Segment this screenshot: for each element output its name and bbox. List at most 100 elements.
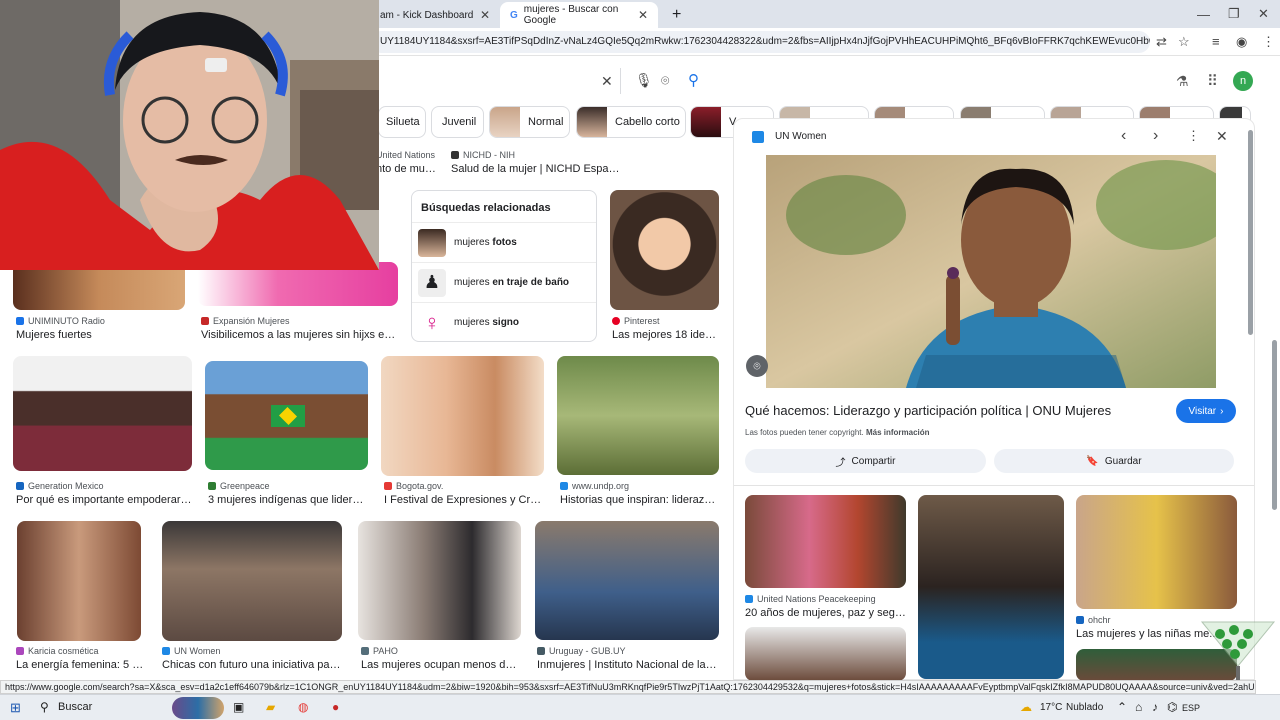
weather-desc: Nublado <box>1066 702 1104 713</box>
result-title[interactable]: Las mujeres ocupan menos del 30... <box>361 659 521 671</box>
result-title[interactable]: I Festival de Expresiones y Creaci... <box>384 494 544 506</box>
language-indicator[interactable]: ESP <box>1182 703 1200 713</box>
divider <box>734 485 1254 486</box>
clear-search-icon[interactable]: ✕ <box>601 73 613 90</box>
favicon-icon <box>560 482 568 490</box>
result-title[interactable]: Historias que inspiran: liderazgos ... <box>560 494 720 506</box>
bookmark-star-icon[interactable]: ☆ <box>1178 34 1190 50</box>
related-image[interactable] <box>1076 495 1237 609</box>
tray-app-icon[interactable]: ⌂ <box>1135 700 1142 714</box>
chrome-icon[interactable]: ◍ <box>298 700 308 714</box>
menu-icon[interactable]: ⋮ <box>1262 34 1275 50</box>
network-icon[interactable]: ⌬ <box>1167 700 1177 714</box>
taskbar: ⊞ ⚲ Buscar ▣ ▰ ◍ ● ☁ 17°C Nublado ⌃ ⌂ ♪ … <box>0 694 1280 720</box>
result-image[interactable] <box>358 521 521 640</box>
tray-expand-icon[interactable]: ⌃ <box>1117 700 1127 714</box>
app-icon[interactable]: ● <box>332 700 339 714</box>
maximize-icon[interactable]: ❐ <box>1228 6 1240 22</box>
female-symbol-icon: ♀ <box>418 308 446 337</box>
page-scrollbar[interactable] <box>1272 340 1277 510</box>
labs-flask-icon[interactable]: ⚗ <box>1176 73 1189 90</box>
related-image[interactable] <box>745 627 906 681</box>
result-title[interactable]: Chicas con futuro una iniciativa para el… <box>162 659 342 671</box>
windows-start-icon[interactable]: ⊞ <box>10 700 21 716</box>
tab-kick-dashboard[interactable]: am - Kick Dashboard ✕ <box>370 2 500 28</box>
translate-icon[interactable]: ⇄ <box>1156 34 1167 50</box>
search-icon[interactable]: ⚲ <box>688 71 699 89</box>
favicon-icon <box>451 151 459 159</box>
save-button[interactable]: 🔖 Guardar <box>994 449 1234 473</box>
related-item[interactable]: ♟ mujeres en traje de baño <box>412 262 596 302</box>
preview-image[interactable] <box>766 155 1216 388</box>
result-image[interactable] <box>17 521 141 641</box>
result-image[interactable] <box>557 356 719 475</box>
chip-normal[interactable]: Normal <box>489 106 570 138</box>
related-title[interactable]: 20 años de mujeres, paz y segurid... <box>745 607 907 619</box>
chip-cabello-corto[interactable]: Cabello corto <box>576 106 686 138</box>
result-title[interactable]: Las mejores 18 ideas ... <box>612 329 720 341</box>
result-source: Greenpeace <box>208 481 270 491</box>
result-title[interactable]: Inmujeres | Instituto Nacional de las Mu… <box>537 659 717 671</box>
result-image[interactable] <box>162 521 342 641</box>
next-icon[interactable]: › <box>1153 127 1158 145</box>
close-panel-icon[interactable]: ✕ <box>1216 128 1228 145</box>
panel-source: UN Women <box>775 131 827 142</box>
result-image[interactable] <box>381 356 544 476</box>
result-source: UN Women <box>162 646 220 656</box>
profile-icon[interactable]: ◉ <box>1236 34 1247 50</box>
file-explorer-icon[interactable]: ▰ <box>266 700 275 714</box>
result-title[interactable]: Por qué es importante empoderar a la... <box>16 494 192 506</box>
avatar[interactable]: n <box>1233 71 1253 91</box>
address-bar[interactable]: UY1184UY1184&sxsrf=AE3TifPSqDdInZ-vNaLz4… <box>370 31 1150 53</box>
result-title[interactable]: Salud de la mujer | NICHD Español <box>451 163 621 175</box>
close-tab-icon[interactable]: ✕ <box>480 8 490 22</box>
copyright-note: Las fotos pueden tener copyright. Más in… <box>745 428 930 437</box>
result-image[interactable] <box>13 356 192 471</box>
url-text: UY1184UY1184&sxsrf=AE3TifPSqDdInZ-vNaLz4… <box>380 36 1150 47</box>
taskbar-search-icon[interactable]: ⚲ <box>40 700 49 714</box>
lens-icon[interactable]: ⌾ <box>661 72 669 89</box>
related-item[interactable]: mujeres fotos <box>412 222 596 262</box>
related-source: ohchr <box>1076 615 1111 625</box>
voice-search-icon[interactable]: 🎙 <box>635 72 653 89</box>
related-image[interactable] <box>745 495 906 588</box>
result-title[interactable]: nto de muj... <box>376 163 436 175</box>
result-source: UNIMINUTO Radio <box>16 316 105 326</box>
previous-icon[interactable]: ‹ <box>1121 127 1126 145</box>
result-title[interactable]: 3 mujeres indígenas que lideran l... <box>208 494 368 506</box>
more-info-link[interactable]: Más información <box>866 428 930 437</box>
result-source: Expansión Mujeres <box>201 316 290 326</box>
speaker-icon[interactable]: ♪ <box>1152 700 1158 714</box>
result-title[interactable]: Mujeres fuertes <box>16 329 186 341</box>
widget-icon[interactable] <box>172 697 224 719</box>
related-item[interactable]: ♀ mujeres signo <box>412 302 596 342</box>
result-source: www.undp.org <box>560 481 629 491</box>
related-image[interactable] <box>918 495 1064 679</box>
chip-juvenil[interactable]: Juvenil <box>431 106 484 138</box>
result-title[interactable]: Visibilicemos a las mujeres sin hijxs en… <box>201 329 397 341</box>
visit-button[interactable]: Visitar › <box>1176 399 1236 423</box>
apps-grid-icon[interactable]: ⠿ <box>1207 72 1218 90</box>
panel-scrollbar[interactable] <box>1248 130 1253 335</box>
taskbar-search-label[interactable]: Buscar <box>58 701 92 713</box>
related-header: Búsquedas relacionadas <box>421 202 551 214</box>
divider <box>620 68 621 94</box>
favicon-icon <box>745 595 753 603</box>
result-image[interactable] <box>610 190 719 310</box>
share-button[interactable]: ⤴ Compartir <box>745 449 986 473</box>
close-tab-icon[interactable]: ✕ <box>638 8 648 22</box>
panel-title[interactable]: Qué hacemos: Liderazgo y participación p… <box>745 403 1111 418</box>
lens-search-icon[interactable]: ⌾ <box>746 355 768 377</box>
close-window-icon[interactable]: ✕ <box>1258 6 1269 22</box>
more-options-icon[interactable]: ⋮ <box>1187 128 1200 144</box>
result-source: United Nations <box>376 150 436 160</box>
tab-google-search[interactable]: G mujeres - Buscar con Google ✕ <box>500 2 658 28</box>
new-tab-button[interactable]: + <box>662 2 682 28</box>
chip-silueta[interactable]: Silueta <box>378 106 426 138</box>
task-view-icon[interactable]: ▣ <box>233 700 244 714</box>
minimize-icon[interactable]: — <box>1197 7 1210 22</box>
result-title[interactable]: La energía femenina: 5 muj... <box>16 659 144 671</box>
result-image[interactable] <box>535 521 719 640</box>
media-icon[interactable]: ≡ <box>1212 34 1220 49</box>
result-image[interactable] <box>205 361 368 470</box>
